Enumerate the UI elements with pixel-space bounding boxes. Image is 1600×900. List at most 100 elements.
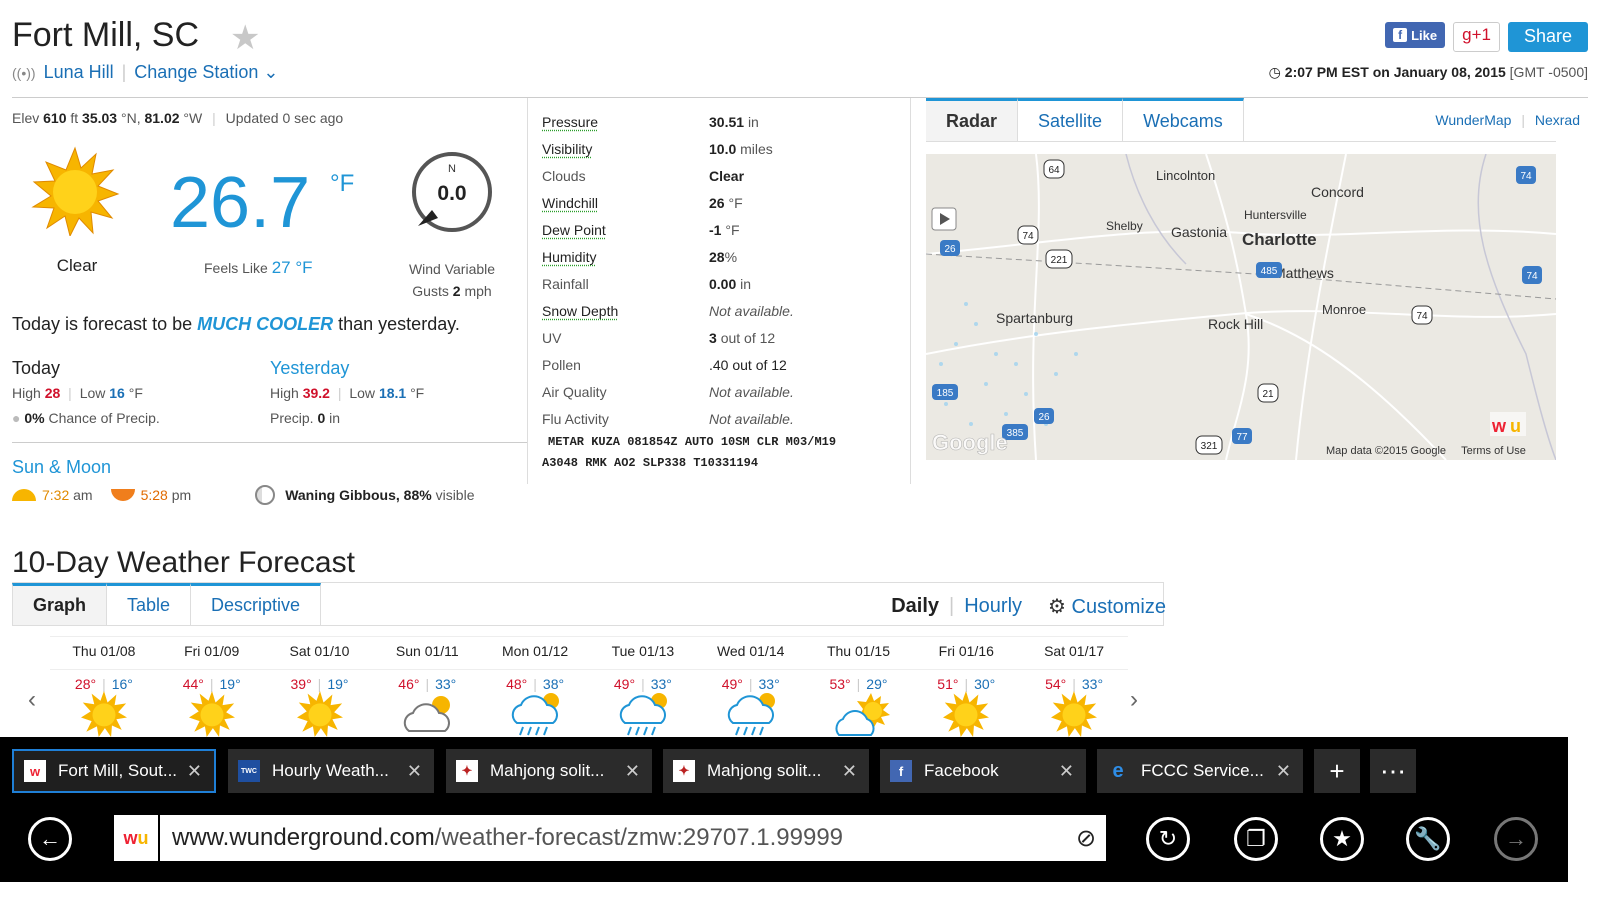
close-tab-icon[interactable]: ✕ [625,761,640,782]
close-tab-icon[interactable]: ✕ [1059,761,1074,782]
svg-text:485: 485 [1261,266,1278,277]
play-button-icon [931,207,957,231]
timestamp: ◷ 2:07 PM EST on January 08, 2015 [GMT -… [1268,64,1588,80]
condition-row: Snow Depth Not available. [542,302,794,319]
close-tab-icon[interactable]: ✕ [842,761,857,782]
snow-depth-link[interactable]: Snow Depth [542,303,709,319]
close-tab-icon[interactable]: ✕ [187,761,202,782]
daily-toggle[interactable]: Daily [891,595,939,618]
forecast-day[interactable]: Mon 01/12 48° | 38° [481,637,589,736]
favorite-star-icon[interactable]: ★ [230,18,260,58]
sun-moon-link[interactable]: Sun & Moon [12,457,111,478]
chevron-down-icon: ⌄ [263,62,279,82]
metar-text: METAR KUZA 081854Z AUTO 10SM CLR M03/M19… [542,435,837,470]
favorites-star-icon[interactable]: ★ [1320,817,1364,861]
sun-icon [78,691,130,742]
map-links: WunderMap | Nexrad [1435,112,1580,128]
radar-map[interactable]: Lincolnton Concord Huntersville Shelby G… [926,154,1556,460]
dew-point-link[interactable]: Dew Point [542,222,709,238]
site-favicon-icon: wu [114,815,160,861]
tab-webcams[interactable]: Webcams [1123,98,1244,141]
windchill-link[interactable]: Windchill [542,195,709,211]
browser-tab-bar: w Fort Mill, Sout... ✕ TWC Hourly Weath..… [0,737,1568,800]
refresh-icon[interactable]: ↻ [1146,817,1190,861]
condition-row: Visibility 10.0 miles [542,140,773,157]
divider [527,98,528,484]
browser-tab[interactable]: w Fort Mill, Sout... ✕ [12,749,216,793]
share-button[interactable]: Share [1507,22,1588,52]
ten-day-title: 10-Day Weather Forecast [12,546,355,579]
divider: | [121,62,127,82]
condition-label: Clear [56,256,98,275]
forecast-day[interactable]: Sat 01/10 39° | 19° [265,637,374,737]
station-name-link[interactable]: Luna Hill [44,62,114,83]
sun-icon [186,691,238,742]
browser-tab[interactable]: TWC Hourly Weath... ✕ [228,749,434,793]
forecast-day[interactable]: Sun 01/11 46° | 33° [373,637,482,736]
partly-cloudy-icon [833,691,893,742]
browser-tab[interactable]: ✦ Mahjong solit... ✕ [446,749,652,793]
tab-table[interactable]: Table [107,583,192,625]
wind-info: Wind Variable Gusts 2 mph [408,261,496,299]
svg-text:Matthews: Matthews [1274,265,1334,281]
svg-text:Monroe: Monroe [1322,302,1366,317]
forecast-day[interactable]: Thu 01/15 53° | 29° [804,637,913,736]
gear-icon: ⚙ [1048,596,1066,618]
tab-descriptive[interactable]: Descriptive [191,583,322,625]
customize-button[interactable]: ⚙ Customize [1048,594,1166,619]
tabs-view-icon[interactable]: ❐ [1234,817,1278,861]
forecast-day[interactable]: Wed 01/14 49° | 33° [696,637,805,736]
feels-like: Feels Like 27 °F [204,258,313,277]
wundermap-link[interactable]: WunderMap [1435,112,1511,128]
tab-graph[interactable]: Graph [12,583,108,625]
forecast-day[interactable]: Fri 01/16 51° | 30° [912,637,1021,737]
next-arrow-icon[interactable]: › [1130,686,1138,714]
facebook-like-button[interactable]: f Like [1385,22,1446,48]
url-field[interactable]: wu www.wunderground.com/weather-forecast… [114,815,1106,861]
hourly-toggle[interactable]: Hourly [964,595,1022,618]
svg-text:0.0: 0.0 [437,182,466,205]
forecast-day[interactable]: Thu 01/08 28° | 16° [50,637,158,737]
svg-text:26: 26 [1038,412,1050,423]
pollen-link[interactable]: .40 out of 12 [709,357,787,373]
prev-arrow-icon[interactable]: ‹ [28,686,36,714]
close-tab-icon[interactable]: ✕ [407,761,422,782]
yesterday-link[interactable]: Yesterday [270,356,424,381]
browser-tab[interactable]: ✦ Mahjong solit... ✕ [663,749,869,793]
rain-icon [617,691,677,742]
close-tab-icon[interactable]: ✕ [1276,761,1291,782]
browser-tab[interactable]: f Facebook ✕ [880,749,1086,793]
forecast-day[interactable]: Fri 01/09 44° | 19° [157,637,266,737]
sun-icon [294,691,346,742]
condition-row: Dew Point -1 °F [542,221,740,238]
humidity-link[interactable]: Humidity [542,249,709,265]
terms-link[interactable]: Terms of Use [1461,445,1526,457]
page-tools-wrench-icon[interactable]: 🔧 [1406,817,1450,861]
yesterday-summary: Yesterday High 39.2 | Low 18.1 °F Precip… [270,356,425,426]
pressure-link[interactable]: Pressure [542,114,709,130]
tab-radar[interactable]: Radar [926,98,1019,141]
browser-tab[interactable]: e FCCC Service... ✕ [1097,749,1303,793]
back-arrow-icon[interactable]: ← [28,817,72,861]
new-tab-plus-icon[interactable]: + [1314,749,1360,793]
condition-row: Windchill 26 °F [542,194,743,211]
station-info: Elev 610 ft 35.03 °N, 81.02 °W | Updated… [12,110,344,126]
visibility-link[interactable]: Visibility [542,141,709,157]
ie-favicon-icon: e [1112,759,1124,782]
stop-loading-icon[interactable]: ⊘ [1066,824,1106,853]
forward-arrow-icon[interactable]: → [1494,817,1538,861]
change-station-link[interactable]: Change Station ⌄ [134,62,278,83]
google-plus-button[interactable]: g+1 [1453,22,1500,52]
current-temperature: 26.7 [170,163,311,243]
mahjong-favicon-icon: ✦ [456,760,478,782]
svg-text:74: 74 [1520,171,1532,182]
condition-row: UV 3 out of 12 [542,329,776,346]
updated-text: Updated 0 sec ago [225,110,344,126]
svg-text:26: 26 [944,244,956,255]
temperature-unit[interactable]: °F [330,170,354,198]
tab-options-ellipsis-icon[interactable]: ⋯ [1370,749,1416,793]
nexrad-link[interactable]: Nexrad [1535,112,1580,128]
forecast-day[interactable]: Sat 01/17 54° | 33° [1020,637,1128,737]
tab-satellite[interactable]: Satellite [1018,98,1124,141]
forecast-day[interactable]: Tue 01/13 49° | 33° [588,637,697,736]
